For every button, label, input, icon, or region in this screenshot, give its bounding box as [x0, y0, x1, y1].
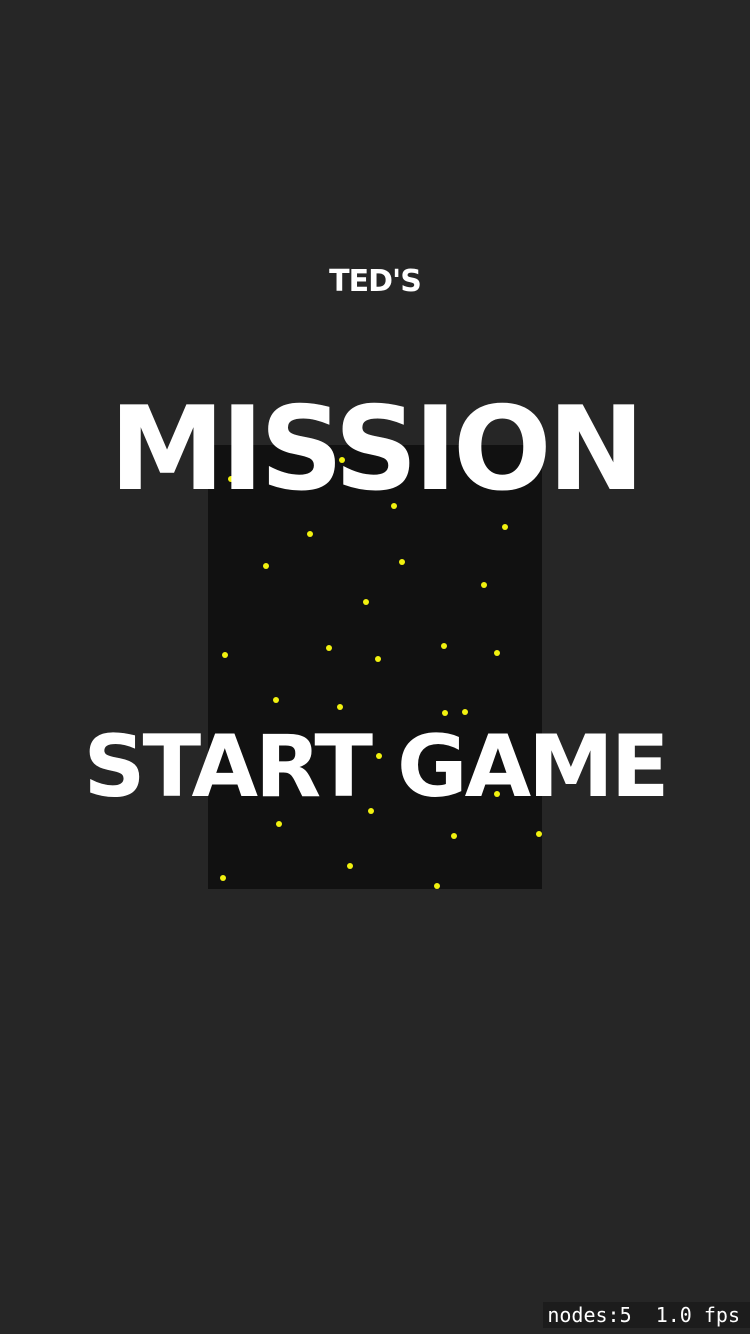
- star: [363, 599, 369, 605]
- star: [434, 883, 440, 889]
- star: [375, 656, 381, 662]
- star: [273, 697, 279, 703]
- debug-stats: nodes:5 1.0 fps: [543, 1302, 750, 1328]
- star: [307, 531, 313, 537]
- star: [347, 863, 353, 869]
- star: [481, 582, 487, 588]
- game-subtitle: TED'S: [329, 264, 422, 299]
- star: [337, 704, 343, 710]
- star: [222, 652, 228, 658]
- star: [494, 650, 500, 656]
- star: [326, 645, 332, 651]
- game-title: MISSION: [109, 382, 644, 517]
- star: [441, 643, 447, 649]
- star: [220, 875, 226, 881]
- star: [276, 821, 282, 827]
- star: [502, 524, 508, 530]
- star: [399, 559, 405, 565]
- star: [451, 833, 457, 839]
- star: [536, 831, 542, 837]
- star: [263, 563, 269, 569]
- start-game-button[interactable]: START GAME: [0, 715, 750, 819]
